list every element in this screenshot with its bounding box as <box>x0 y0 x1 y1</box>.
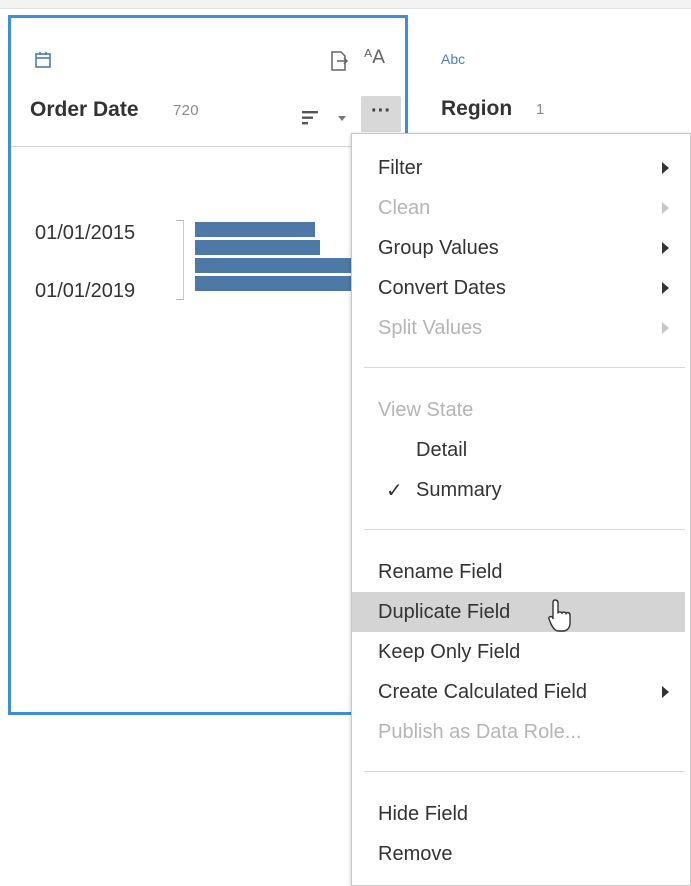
menu-item-split-values: Split Values <box>352 308 685 348</box>
spell-check-icon[interactable]: ᴬA <box>364 46 385 68</box>
menu-separator <box>364 771 685 772</box>
menu-item-label: Summary <box>416 479 502 501</box>
menu-item-clean: Clean <box>352 188 685 228</box>
menu-item-keep-only-field[interactable]: Keep Only Field <box>352 632 685 672</box>
menu-item-rename-field[interactable]: Rename Field <box>352 552 685 592</box>
histogram-bar[interactable] <box>195 240 320 255</box>
menu-item-label: View State <box>378 399 474 421</box>
field-count: 720 <box>173 102 199 119</box>
document-export-icon[interactable] <box>329 50 349 72</box>
menu-item-label: Filter <box>378 157 423 179</box>
menu-item-convert-dates[interactable]: Convert Dates <box>352 268 685 308</box>
menu-item-label: Remove <box>378 843 453 865</box>
submenu-arrow-icon <box>662 322 669 334</box>
submenu-arrow-icon <box>662 242 669 254</box>
order-date-field-card[interactable]: ᴬA Order Date 720 ··· 01/01/2015 01/01/2… <box>8 15 408 715</box>
field-name: Region <box>441 97 513 120</box>
submenu-arrow-icon <box>662 202 669 214</box>
histogram-axis <box>183 220 184 300</box>
submenu-arrow-icon <box>662 162 669 174</box>
tick-mark-start <box>176 220 184 221</box>
menu-item-summary[interactable]: ✓ Summary <box>352 470 685 510</box>
string-type-icon: Abc <box>441 51 466 67</box>
tick-label-end: 01/01/2019 <box>35 280 136 302</box>
menu-item-create-calculated-field[interactable]: Create Calculated Field <box>352 672 685 712</box>
menu-item-filter[interactable]: Filter <box>352 148 685 188</box>
menu-item-hide-field[interactable]: Hide Field <box>352 794 685 834</box>
chevron-down-icon[interactable] <box>338 116 346 121</box>
menu-item-detail[interactable]: Detail <box>352 430 685 470</box>
menu-item-group-values[interactable]: Group Values <box>352 228 685 268</box>
top-strip <box>0 0 691 9</box>
submenu-arrow-icon <box>662 282 669 294</box>
menu-item-label: Publish as Data Role... <box>378 721 582 743</box>
calendar-icon <box>35 52 51 68</box>
menu-item-label: Hide Field <box>378 803 469 825</box>
histogram-bar[interactable] <box>195 258 355 273</box>
field-count: 1 <box>536 101 545 118</box>
sort-icon[interactable] <box>301 110 319 126</box>
menu-item-label: Duplicate Field <box>378 601 511 623</box>
more-options-button[interactable]: ··· <box>361 96 401 132</box>
tick-mark-end <box>176 299 184 300</box>
menu-separator <box>364 367 685 368</box>
histogram-bar[interactable] <box>195 222 315 237</box>
menu-item-label: Clean <box>378 197 431 219</box>
menu-item-label: Keep Only Field <box>378 641 521 663</box>
menu-item-label: Group Values <box>378 237 499 259</box>
submenu-arrow-icon <box>662 686 669 698</box>
checkmark-icon: ✓ <box>386 478 403 502</box>
histogram-bar[interactable] <box>195 276 355 291</box>
menu-item-label: Convert Dates <box>378 277 506 299</box>
menu-item-duplicate-field[interactable]: Duplicate Field <box>352 592 685 632</box>
menu-item-remove[interactable]: Remove <box>352 834 685 874</box>
field-card-header: ᴬA Order Date 720 ··· <box>11 18 405 147</box>
menu-item-label: Split Values <box>378 317 483 339</box>
field-context-menu: Filter Clean Group Values Convert Dates … <box>351 133 691 886</box>
menu-item-label: Detail <box>416 439 468 461</box>
menu-item-label: Create Calculated Field <box>378 681 587 703</box>
menu-item-publish-as-data-role: Publish as Data Role... <box>352 712 685 752</box>
menu-item-label: Rename Field <box>378 561 503 583</box>
menu-header-view-state: View State <box>352 390 685 430</box>
hand-pointer-icon <box>548 599 571 632</box>
tick-label-start: 01/01/2015 <box>35 222 136 244</box>
menu-separator <box>364 529 685 530</box>
field-name: Order Date <box>30 98 139 121</box>
